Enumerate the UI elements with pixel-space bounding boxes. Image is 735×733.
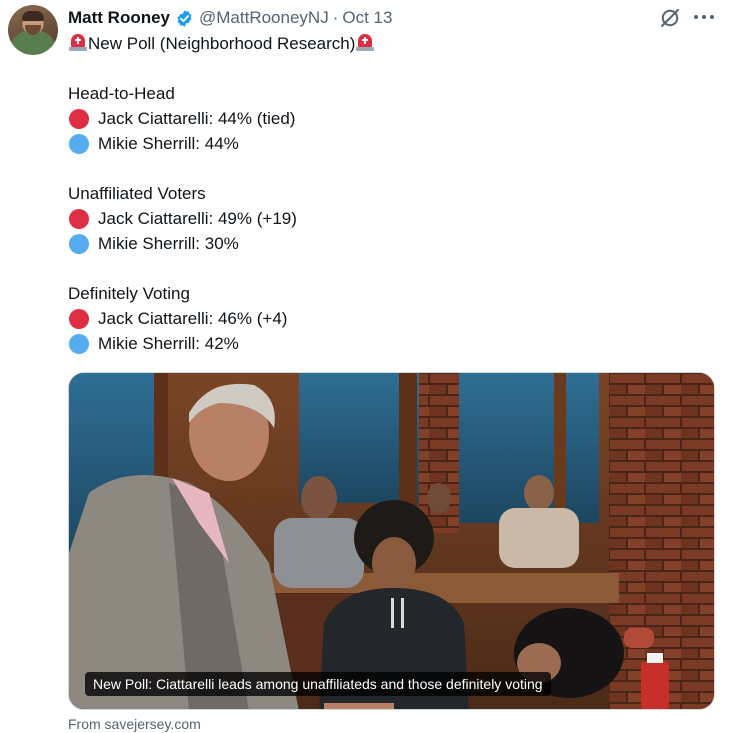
- avatar-beard: [25, 25, 41, 35]
- more-icon[interactable]: [690, 6, 718, 28]
- intro-line: New Poll (Neighborhood Research): [68, 31, 375, 56]
- poll-line: Mikie Sherrill: 30%: [68, 231, 297, 256]
- avatar-hair: [22, 11, 44, 21]
- link-card-caption: New Poll: Ciattarelli leads among unaffi…: [85, 672, 551, 696]
- poll-line: Mikie Sherrill: 42%: [68, 331, 287, 356]
- red-circle-icon: [69, 308, 89, 329]
- poll-line-text: Jack Ciattarelli: 46% (+4): [98, 309, 288, 328]
- intro-text: New Poll (Neighborhood Research): [88, 34, 356, 53]
- more-dot: [694, 15, 698, 19]
- verified-badge-icon[interactable]: [175, 9, 194, 28]
- poll-line: Jack Ciattarelli: 49% (+19): [68, 206, 297, 231]
- grok-icon[interactable]: [659, 7, 681, 29]
- tweet-header: Matt Rooney @MattRooneyNJ · Oct 13: [68, 6, 392, 30]
- section-heading: Definitely Voting: [68, 284, 190, 303]
- section-heading: Head-to-Head: [68, 84, 175, 103]
- link-source[interactable]: From savejersey.com: [68, 716, 201, 732]
- post-date[interactable]: Oct 13: [342, 8, 392, 28]
- link-card-image[interactable]: New Poll: Ciattarelli leads among unaffi…: [68, 372, 715, 710]
- header-separator: ·: [332, 8, 339, 27]
- blue-circle-icon: [69, 333, 89, 354]
- author-avatar[interactable]: [8, 5, 58, 55]
- siren-icon: [68, 32, 88, 52]
- blue-circle-icon: [69, 233, 89, 254]
- siren-icon: [355, 32, 375, 52]
- poll-line-text: Mikie Sherrill: 42%: [98, 334, 239, 353]
- more-dot: [710, 15, 714, 19]
- author-name[interactable]: Matt Rooney: [68, 8, 170, 28]
- red-circle-icon: [69, 108, 89, 129]
- restaurant-photo: [69, 373, 714, 709]
- poll-line-text: Mikie Sherrill: 44%: [98, 134, 239, 153]
- poll-line: Jack Ciattarelli: 44% (tied): [68, 106, 295, 131]
- poll-line: Mikie Sherrill: 44%: [68, 131, 295, 156]
- poll-line-text: Mikie Sherrill: 30%: [98, 234, 239, 253]
- tweet: Matt Rooney @MattRooneyNJ · Oct 13 New P…: [0, 0, 735, 733]
- author-handle[interactable]: @MattRooneyNJ: [199, 8, 329, 28]
- red-circle-icon: [69, 208, 89, 229]
- poll-line: Jack Ciattarelli: 46% (+4): [68, 306, 287, 331]
- poll-section: Head-to-Head Jack Ciattarelli: 44% (tied…: [68, 81, 295, 156]
- poll-section: Unaffiliated Voters Jack Ciattarelli: 49…: [68, 181, 297, 256]
- blue-circle-icon: [69, 133, 89, 154]
- poll-line-text: Jack Ciattarelli: 44% (tied): [98, 109, 296, 128]
- poll-line-text: Jack Ciattarelli: 49% (+19): [98, 209, 297, 228]
- poll-section: Definitely Voting Jack Ciattarelli: 46% …: [68, 281, 287, 356]
- section-heading: Unaffiliated Voters: [68, 184, 206, 203]
- more-dot: [702, 15, 706, 19]
